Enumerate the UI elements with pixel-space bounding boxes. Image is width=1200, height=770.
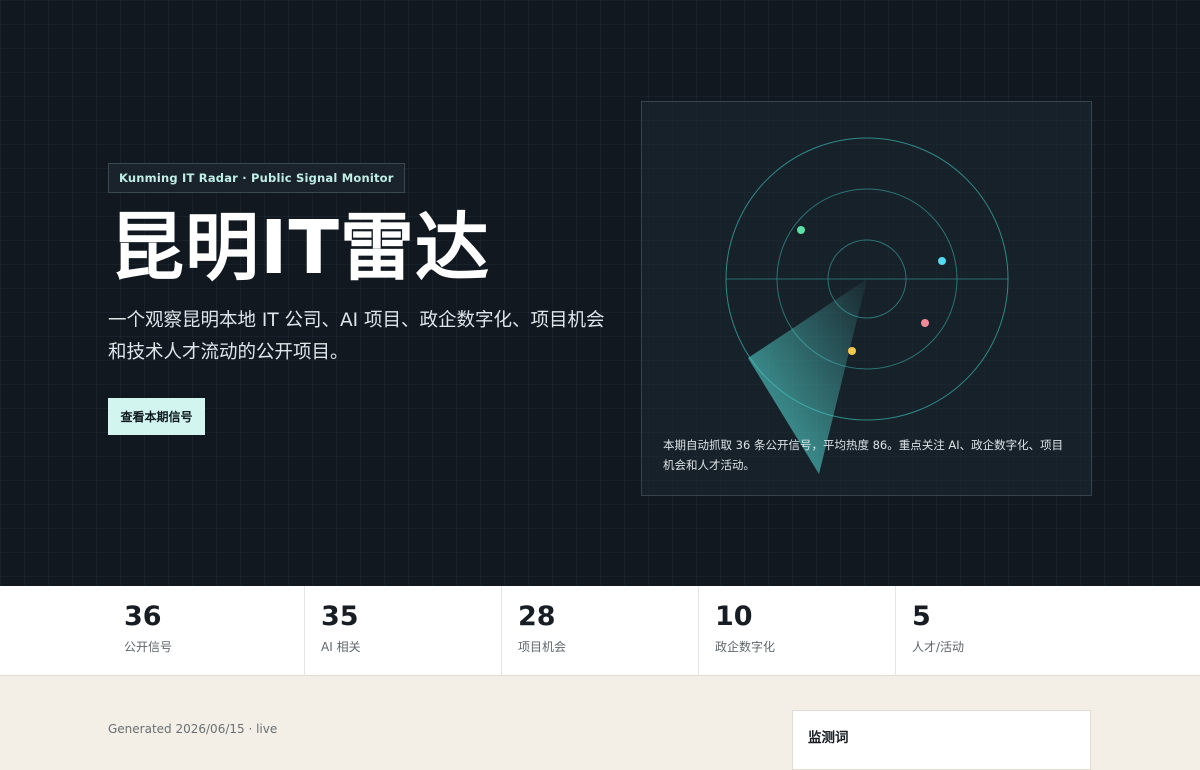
generated-timestamp: Generated 2026/06/15 · live (108, 722, 278, 736)
signal-dot-yellow (848, 347, 856, 355)
hero-badge: Kunming IT Radar · Public Signal Monitor (108, 163, 405, 193)
stat-ai-related: 35 AI 相关 (305, 586, 502, 675)
stat-label: 人才/活动 (912, 640, 965, 654)
stat-value: 35 (321, 601, 359, 632)
signal-dot-cyan (938, 257, 946, 265)
stat-public-signals: 36 公开信号 (0, 586, 305, 675)
stat-value: 28 (518, 601, 556, 632)
stat-talent-events: 5 人才/活动 (896, 586, 1200, 675)
stat-value: 36 (124, 601, 162, 632)
stat-value: 10 (715, 601, 753, 632)
stat-label: 公开信号 (124, 640, 173, 654)
signal-dot-green (797, 226, 805, 234)
stat-value: 5 (912, 601, 931, 632)
radar-panel: 本期自动抓取 36 条公开信号，平均热度 86。重点关注 AI、政企数字化、项目… (641, 101, 1092, 496)
hero-section: Kunming IT Radar · Public Signal Monitor… (0, 0, 1200, 586)
hero-subtitle: 一个观察昆明本地 IT 公司、AI 项目、政企数字化、项目机会和技术人才流动的公… (108, 310, 605, 363)
watch-terms-card: 监测词 (792, 710, 1091, 770)
stats-bar: 36 公开信号 35 AI 相关 28 项目机会 10 政企数字化 5 人才/活… (0, 586, 1200, 676)
stat-project-opportunities: 28 项目机会 (502, 586, 699, 675)
watch-terms-title: 监测词 (808, 730, 849, 746)
stat-label: AI 相关 (321, 640, 361, 654)
stat-label: 项目机会 (518, 640, 567, 654)
signal-dot-pink (921, 319, 929, 327)
view-signals-button[interactable]: 查看本期信号 (108, 398, 205, 435)
stat-label: 政企数字化 (715, 640, 776, 654)
page-title: 昆明IT雷达 (110, 205, 491, 291)
radar-caption: 本期自动抓取 36 条公开信号，平均热度 86。重点关注 AI、政企数字化、项目… (663, 438, 1064, 472)
stat-gov-digital: 10 政企数字化 (699, 586, 896, 675)
